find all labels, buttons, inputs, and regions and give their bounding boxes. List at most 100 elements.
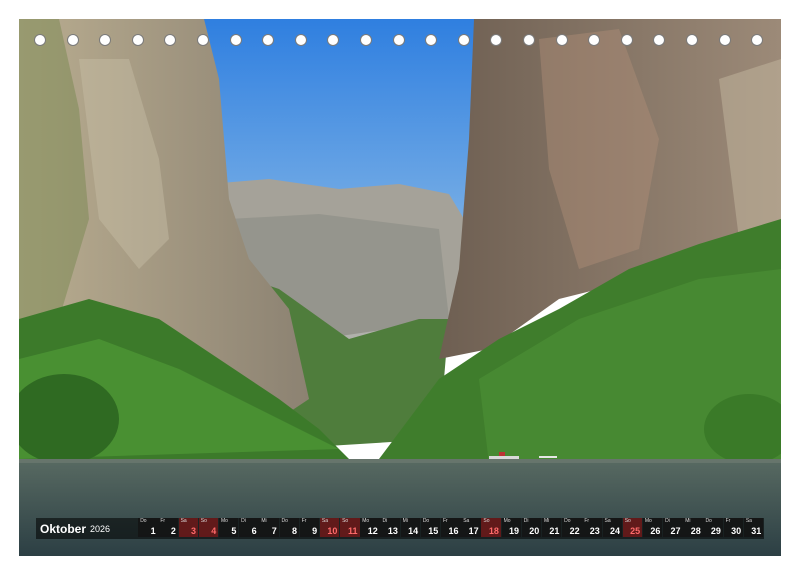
day-cell: Mo 12	[360, 518, 380, 537]
day-cell: So 25	[622, 518, 643, 537]
weekday-label: Do	[140, 518, 147, 524]
day-number: 29	[710, 526, 721, 536]
day-number: 12	[367, 526, 378, 536]
day-cell: Di 20	[521, 518, 542, 537]
day-number: 22	[569, 526, 580, 536]
day-number: 13	[387, 526, 398, 536]
day-cell: Fr 30	[723, 518, 744, 537]
day-cell: Sa 31	[743, 518, 764, 537]
weekday-label: So	[483, 518, 490, 524]
day-cell: Mo 5	[218, 518, 239, 537]
day-cell: Sa 10	[319, 518, 340, 537]
day-cell: Mo 19	[501, 518, 522, 537]
weekday-label: Do	[422, 518, 430, 524]
weekday-label: Do	[281, 518, 288, 524]
weekday-label: Fr	[725, 518, 731, 524]
day-cell: Do 15	[420, 518, 441, 537]
day-number: 31	[751, 526, 762, 536]
day-number: 1	[150, 526, 156, 536]
binding-hole	[555, 34, 568, 46]
day-cell: Sa 17	[461, 518, 481, 537]
canyon-photo	[19, 19, 781, 556]
day-cell: Fr 23	[582, 518, 602, 537]
day-cell: Mi 7	[259, 518, 279, 537]
weekday-label: Mo	[220, 518, 228, 524]
day-cell: Sa 3	[178, 518, 199, 537]
day-number: 4	[211, 526, 217, 536]
binding-hole	[718, 34, 731, 46]
day-cell: Do 29	[703, 518, 723, 537]
binding-hole	[34, 34, 46, 46]
day-number: 27	[670, 526, 681, 536]
weekday-label: Sa	[321, 518, 328, 524]
day-cell: Di 27	[663, 518, 683, 537]
weekday-label: Mo	[503, 518, 511, 524]
day-cell: Fr 9	[299, 518, 320, 537]
day-number: 14	[408, 526, 419, 536]
weekday-label: So	[342, 518, 349, 524]
binding-hole	[392, 34, 405, 46]
weekday-label: Fr	[301, 518, 307, 524]
day-number: 17	[468, 526, 479, 536]
day-number: 2	[170, 526, 176, 536]
binding-hole	[523, 34, 535, 46]
binding-hole	[131, 34, 144, 46]
binding-hole	[66, 34, 79, 46]
weekday-label: Di	[382, 518, 388, 524]
day-cell: So 11	[340, 518, 360, 537]
binding-hole	[360, 34, 372, 46]
day-number: 10	[327, 526, 338, 536]
binding-hole	[490, 34, 503, 46]
weekday-label: Sa	[604, 518, 611, 524]
binding-hole	[164, 34, 177, 46]
day-number: 7	[271, 526, 277, 536]
weekday-label: Fr	[443, 518, 448, 524]
year-label: 2026	[90, 523, 111, 534]
day-number: 6	[251, 526, 257, 536]
day-cell: Do 8	[279, 518, 299, 537]
day-number: 20	[529, 526, 540, 536]
weekday-label: Fr	[160, 518, 166, 524]
day-cell: Do 22	[562, 518, 582, 537]
day-cells: Do 1 Fr 2 Sa 3 So 4 Mo 5 Di 6 Mi 7 Do 8 Fr 9 Sa 10 So 11 Mo 12 D…	[138, 518, 764, 539]
day-number: 3	[191, 526, 197, 536]
day-cell: So 18	[481, 518, 501, 537]
weekday-label: Mi	[685, 518, 691, 524]
weekday-label: Do	[705, 518, 712, 524]
weekday-label: Sa	[463, 518, 470, 524]
month-name: Oktober	[40, 521, 87, 536]
weekday-label: Mi	[261, 518, 267, 524]
month-label: Oktober 2026	[36, 518, 138, 539]
day-number: 11	[348, 526, 358, 536]
day-cell: Mi 14	[400, 518, 421, 537]
day-number: 19	[509, 526, 520, 536]
weekday-label: Fr	[584, 518, 590, 524]
binding-hole	[99, 34, 112, 46]
weekday-label: Mi	[543, 518, 550, 524]
binding-hole	[620, 34, 633, 46]
day-number: 30	[731, 526, 742, 536]
day-cell: Fr 2	[158, 518, 178, 537]
binding-hole	[197, 34, 209, 46]
weekday-label: Mo	[644, 518, 652, 524]
day-cell: Mi 28	[683, 518, 703, 537]
day-cell: Do 1	[138, 518, 158, 537]
day-number: 25	[630, 526, 641, 536]
weekday-label: Di	[523, 518, 529, 524]
day-number: 23	[589, 526, 600, 536]
binding-hole	[751, 34, 764, 46]
weekday-label: So	[200, 518, 207, 524]
weekday-label: Sa	[180, 518, 187, 524]
binding-hole	[294, 34, 307, 46]
weekday-label: Di	[241, 518, 246, 524]
calendar-strip: Oktober 2026 Do 1 Fr 2 Sa 3 So 4 Mo 5 Di 6 Mi 7 Do 8 Fr 9…	[36, 518, 764, 539]
binding-hole	[588, 34, 601, 46]
weekday-label: Do	[564, 518, 571, 524]
binding-hole	[653, 34, 666, 46]
day-number: 8	[291, 526, 297, 536]
binding-hole	[229, 34, 242, 46]
binding-hole	[457, 34, 470, 46]
binding-hole	[327, 34, 340, 46]
binding-hole	[425, 34, 438, 46]
day-number: 18	[488, 526, 499, 536]
